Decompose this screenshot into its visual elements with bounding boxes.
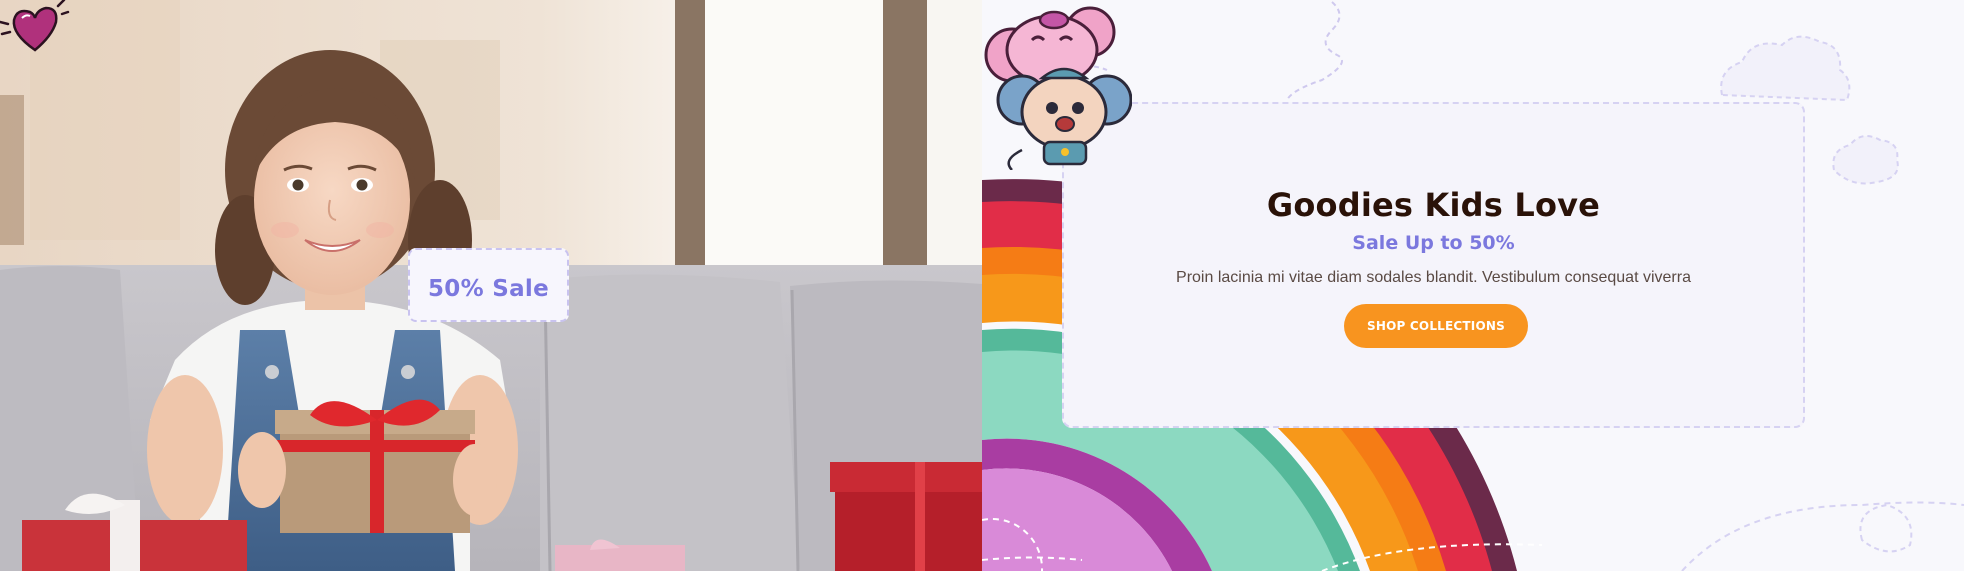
heart-icon: [0, 0, 70, 52]
cloud-icon: [1720, 35, 1851, 102]
sale-badge: 50% Sale: [408, 248, 569, 322]
hero-banner: 50% Sale Goodies Kids Love Sale Up to 50…: [0, 0, 1964, 571]
promo-description: Proin lacinia mi vitae diam sodales blan…: [1176, 269, 1691, 286]
shop-collections-button[interactable]: SHOP COLLECTIONS: [1344, 304, 1528, 348]
promo-panel: Goodies Kids Love Sale Up to 50% Proin l…: [982, 0, 1964, 571]
promo-card: Goodies Kids Love Sale Up to 50% Proin l…: [1062, 102, 1805, 428]
promo-subtitle: Sale Up to 50%: [1352, 232, 1515, 254]
promo-title: Goodies Kids Love: [1266, 186, 1601, 224]
mouse-mascots: [984, 6, 1132, 170]
hero-photo: 50% Sale: [0, 0, 982, 571]
sale-badge-text: 50% Sale: [427, 276, 550, 302]
cloud-icon: [1832, 135, 1899, 185]
